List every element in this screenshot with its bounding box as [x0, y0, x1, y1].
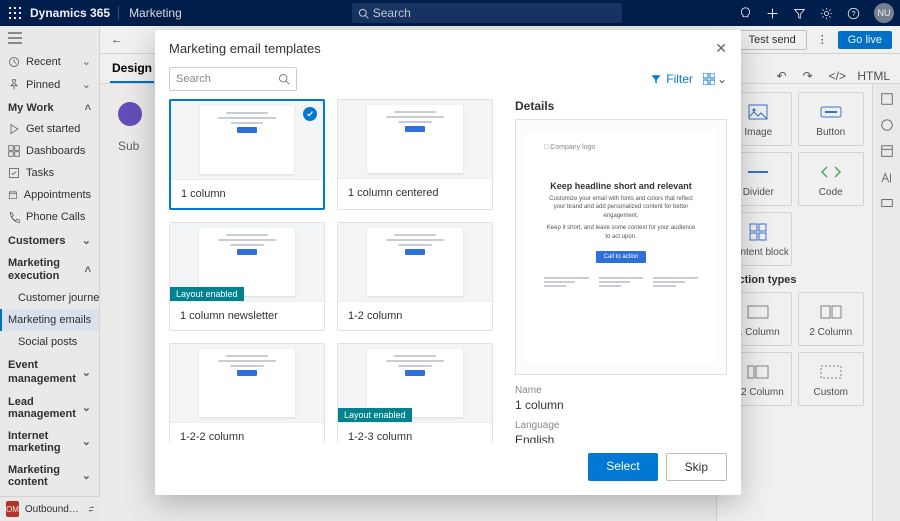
template-thumb: Layout enabled — [170, 223, 324, 301]
details-heading: Details — [515, 99, 727, 113]
template-search[interactable]: Search — [169, 67, 297, 91]
layout-enabled-badge: Layout enabled — [170, 287, 244, 301]
template-thumb — [171, 101, 323, 179]
template-picker-modal: Marketing email templates ✕ Search Filte… — [155, 30, 741, 495]
template-label: 1-2-3 column — [338, 422, 492, 443]
template-card[interactable]: 1 column centered — [337, 99, 493, 210]
preview-headline: Keep headline short and relevant — [550, 181, 692, 191]
grid-view-icon — [703, 73, 715, 85]
layout-enabled-badge: Layout enabled — [338, 408, 412, 422]
template-label: 1 column newsletter — [170, 301, 324, 330]
template-label: 1 column — [171, 179, 323, 208]
template-preview: □ Company logo Keep headline short and r… — [515, 119, 727, 375]
template-label: 1 column centered — [338, 178, 492, 207]
template-thumb — [338, 100, 492, 178]
skip-button[interactable]: Skip — [666, 453, 727, 481]
template-search-placeholder: Search — [176, 73, 211, 85]
template-gallery: 1 column1 column centeredLayout enabled1… — [169, 99, 503, 443]
template-card[interactable]: 1 column — [169, 99, 325, 210]
meta-name: 1 column — [515, 398, 727, 412]
template-card[interactable]: Layout enabled1 column newsletter — [169, 222, 325, 331]
selected-check-icon — [303, 107, 317, 121]
template-details: Details □ Company logo Keep headline sho… — [503, 99, 727, 443]
template-label: 1-2 column — [338, 301, 492, 330]
preview-cta: Call to action — [596, 251, 647, 263]
modal-title: Marketing email templates — [169, 41, 321, 56]
search-icon — [278, 73, 290, 85]
template-thumb: Layout enabled — [338, 344, 492, 422]
template-label: 1-2-2 column — [170, 422, 324, 443]
meta-language: English — [515, 433, 727, 443]
template-thumb — [338, 223, 492, 301]
template-card[interactable]: Layout enabled1-2-3 column — [337, 343, 493, 443]
template-card[interactable]: 1-2-2 column — [169, 343, 325, 443]
modal-close-button[interactable]: ✕ — [715, 40, 727, 57]
filter-button[interactable]: Filter — [650, 72, 693, 86]
funnel-icon — [650, 73, 662, 85]
view-toggle[interactable]: ⌄ — [703, 72, 727, 86]
template-thumb — [170, 344, 324, 422]
template-card[interactable]: 1-2 column — [337, 222, 493, 331]
select-button[interactable]: Select — [588, 453, 657, 481]
